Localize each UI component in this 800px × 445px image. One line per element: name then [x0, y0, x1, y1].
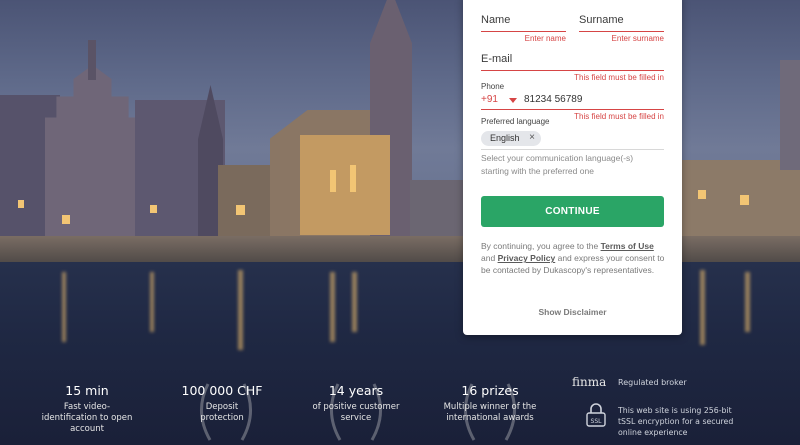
terms-of-use-link[interactable]: Terms of Use	[601, 241, 654, 251]
tower-far-right	[780, 60, 800, 170]
finma-logo: finma	[572, 375, 607, 389]
language-hint: Select your communication language(-s) s…	[481, 153, 634, 176]
light-reflection	[62, 272, 66, 342]
surname-error: Enter surname	[611, 34, 664, 43]
ssl-badge-text: SSL	[591, 418, 603, 425]
email-underline	[481, 70, 664, 71]
stat-caption: Multiple winner of the international awa…	[443, 402, 537, 423]
language-label: Preferred language	[481, 117, 550, 126]
language-chip-label: English	[490, 133, 520, 143]
show-disclaimer-link[interactable]: Show Disclaimer	[463, 307, 682, 317]
light-reflection	[150, 272, 154, 332]
language-underline	[481, 149, 664, 150]
name-underline	[481, 31, 566, 32]
close-icon[interactable]: ×	[529, 132, 535, 143]
chevron-down-icon[interactable]	[509, 98, 517, 103]
stat-value: 100 000 CHF	[181, 383, 263, 398]
window	[62, 215, 70, 224]
window	[150, 205, 157, 213]
stat-value: 15 min	[65, 383, 109, 398]
terms-text: By continuing, you agree to the Terms of…	[481, 240, 666, 277]
window	[350, 165, 356, 192]
stat-value: 16 prizes	[461, 383, 519, 398]
email-error: This field must be filled in	[574, 73, 664, 82]
stat-deposit-protection: 100 000 CHF Deposit protection	[157, 383, 287, 424]
light-reflection	[745, 272, 750, 332]
light-reflection	[238, 270, 243, 350]
light-reflection	[330, 272, 335, 342]
building-tower-left	[88, 40, 96, 80]
building-right-low	[410, 180, 465, 240]
terms-and: and	[481, 253, 496, 264]
email-field[interactable]: E-mail	[481, 53, 512, 65]
phone-country-code[interactable]: +91	[481, 94, 498, 105]
light-reflection	[352, 272, 357, 332]
window	[18, 200, 24, 208]
surname-field[interactable]: Surname	[579, 14, 624, 26]
ssl-lock-icon: SSL	[586, 403, 606, 427]
church-facade	[300, 135, 390, 235]
stat-value: 14 years	[328, 383, 384, 398]
stat-caption: of positive customer service	[312, 402, 400, 423]
continue-button[interactable]: CONTINUE	[481, 196, 664, 227]
name-field[interactable]: Name	[481, 14, 510, 26]
window	[236, 205, 245, 215]
registration-form-card: Name Enter name Surname Enter surname E-…	[463, 0, 682, 335]
stat-prizes: 16 prizes Multiple winner of the interna…	[425, 383, 555, 424]
surname-underline	[579, 31, 664, 32]
window	[330, 170, 336, 192]
light-reflection	[700, 270, 705, 345]
stat-caption: Fast video-identification to open accoun…	[41, 402, 133, 434]
phone-number-input[interactable]: 81234 56789	[524, 94, 582, 105]
phone-label: Phone	[481, 82, 505, 91]
stat-caption: Deposit protection	[200, 402, 244, 423]
language-chip: English ×	[481, 131, 541, 146]
regulated-broker-text: Regulated broker	[618, 378, 687, 387]
privacy-policy-link[interactable]: Privacy Policy	[498, 253, 556, 263]
stat-video-identification: 15 min Fast video-identification to open…	[22, 383, 152, 435]
name-error: Enter name	[524, 34, 566, 43]
ssl-encryption-text: This web site is using 256-bit tSSL encr…	[618, 406, 734, 437]
phone-underline	[481, 109, 664, 110]
stat-years-service: 14 years of positive customer service	[291, 383, 421, 424]
window	[698, 190, 706, 199]
building-lowrise	[218, 165, 273, 240]
window	[740, 195, 749, 205]
terms-prefix: By continuing, you agree to the	[481, 241, 599, 251]
